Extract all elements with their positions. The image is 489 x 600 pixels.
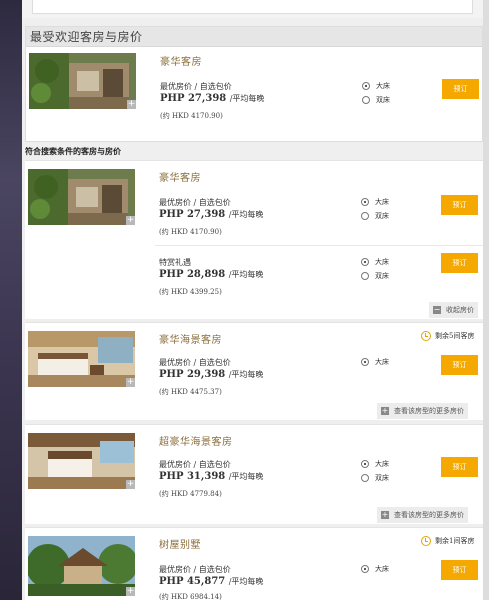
enlarge-icon[interactable]: + [126, 378, 135, 387]
action-label: 查看该房型的更多房价 [394, 407, 464, 415]
collapse-rates-button[interactable]: − 收起房价 [429, 302, 478, 318]
action-label: 收起房价 [446, 306, 474, 314]
room-price: PHP 28,898 /平均每晚 [159, 269, 264, 280]
bed-option-twin[interactable]: 双床 [361, 271, 389, 281]
popular-rooms-heading: 最受欢迎客房与房价 [26, 27, 482, 47]
room-card-deluxe-seaview: + 豪华海景客房 剩余5间客房 最优房价 / 自选包价 PHP 29,398 /… [25, 322, 483, 420]
bed-option-twin[interactable]: 双床 [361, 211, 389, 221]
hkd-equivalent: (约 HKD 4475.37) [159, 388, 222, 396]
room-title[interactable]: 树屋别墅 [159, 536, 201, 551]
room-price: PHP 27,398 /平均每晚 [159, 209, 264, 220]
deluxe-room-thumbnail[interactable]: + [28, 169, 135, 225]
popular-rooms-section: 最受欢迎客房与房价 + 豪华客房 最优房价 / 自选包价 PHP 27,398 … [25, 26, 483, 142]
enlarge-icon[interactable]: + [126, 216, 135, 225]
expand-icon: + [381, 510, 389, 519]
treehouse-villa-thumbnail[interactable]: + [28, 536, 135, 596]
availability-text: 剩余1间客房 [435, 537, 475, 545]
rate-label: 最优房价 / 自选包价 [159, 198, 231, 207]
hkd-equivalent: (约 HKD 4170.90) [160, 112, 223, 120]
bed-option-king[interactable]: 大床 [362, 81, 390, 91]
action-label: 查看该房型的更多房价 [394, 511, 464, 519]
premier-seaview-thumbnail[interactable]: + [28, 433, 135, 489]
room-title[interactable]: 超豪华海景客房 [159, 433, 233, 448]
hkd-equivalent: (约 HKD 6984.14) [159, 593, 222, 600]
room-title[interactable]: 豪华海景客房 [159, 331, 222, 346]
expand-icon: + [381, 406, 389, 415]
bed-option-twin[interactable]: 双床 [361, 473, 389, 483]
availability-notice: 剩余5间客房 [421, 331, 474, 341]
room-title[interactable]: 豪华客房 [159, 169, 201, 184]
hkd-equivalent: (约 HKD 4170.90) [159, 228, 222, 236]
bed-option-king[interactable]: 大床 [361, 357, 389, 367]
bed-option-king[interactable]: 大床 [361, 564, 389, 574]
room-title[interactable]: 豪华客房 [160, 53, 202, 68]
bed-option-king[interactable]: 大床 [361, 459, 389, 469]
book-button[interactable]: 预订 [441, 457, 478, 477]
rate-divider [155, 245, 483, 246]
room-card-treehouse-villa: + 树屋别墅 剩余1间客房 最优房价 / 自选包价 PHP 45,877 /平均… [25, 527, 483, 600]
book-button[interactable]: 预订 [441, 355, 478, 375]
search-results-heading: 符合搜索条件的客房与房价 [25, 147, 121, 156]
deluxe-seaview-thumbnail[interactable]: + [28, 331, 135, 387]
book-button[interactable]: 预订 [442, 79, 479, 99]
top-strip [22, 0, 483, 18]
rate-label: 最优房价 / 自选包价 [159, 460, 231, 469]
room-price: PHP 27,398 /平均每晚 [160, 93, 265, 104]
rate-label: 最优房价 / 自选包价 [159, 565, 231, 574]
more-rates-button[interactable]: + 查看该房型的更多房价 [377, 507, 468, 523]
page-edge [483, 0, 489, 600]
room-card-premier-seaview: + 超豪华海景客房 最优房价 / 自选包价 PHP 31,398 /平均每晚 (… [25, 424, 483, 524]
book-button[interactable]: 预订 [441, 195, 478, 215]
deluxe-room-thumbnail[interactable]: + [29, 53, 136, 109]
rate-label: 特赏礼遇 [159, 258, 191, 267]
hkd-equivalent: (约 HKD 4399.25) [159, 288, 222, 296]
room-price: PHP 29,398 /平均每晚 [159, 369, 264, 380]
rate-label: 最优房价 / 自选包价 [159, 358, 231, 367]
book-button[interactable]: 预订 [441, 253, 478, 273]
book-button[interactable]: 预订 [441, 560, 478, 580]
clock-icon [421, 536, 431, 546]
room-card-deluxe: + 豪华客房 最优房价 / 自选包价 PHP 27,398 /平均每晚 (约 H… [25, 160, 483, 319]
room-price: PHP 45,877 /平均每晚 [159, 576, 264, 587]
bed-option-king[interactable]: 大床 [361, 197, 389, 207]
bed-option-king[interactable]: 大床 [361, 257, 389, 267]
room-price: PHP 31,398 /平均每晚 [159, 471, 264, 482]
clock-icon [421, 331, 431, 341]
rate-label: 最优房价 / 自选包价 [160, 82, 232, 91]
availability-notice: 剩余1间客房 [421, 536, 474, 546]
hkd-equivalent: (约 HKD 4779.84) [159, 490, 222, 498]
enlarge-icon[interactable]: + [127, 100, 136, 109]
page-background [0, 0, 22, 600]
booking-panel: 最受欢迎客房与房价 + 豪华客房 最优房价 / 自选包价 PHP 27,398 … [22, 0, 483, 600]
availability-text: 剩余5间客房 [435, 332, 475, 340]
enlarge-icon[interactable]: + [126, 587, 135, 596]
more-rates-button[interactable]: + 查看该房型的更多房价 [377, 403, 468, 419]
bed-option-twin[interactable]: 双床 [362, 95, 390, 105]
enlarge-icon[interactable]: + [126, 480, 135, 489]
collapse-icon: − [433, 305, 441, 314]
